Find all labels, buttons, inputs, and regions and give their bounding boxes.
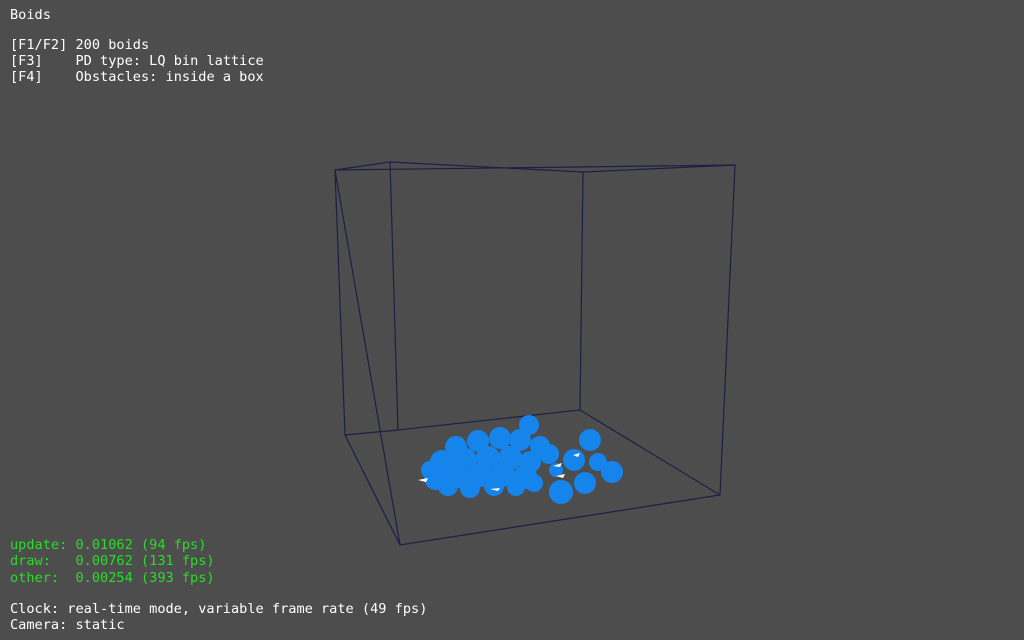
control-line-obstacles: [F4] Obstacles: inside a box [10,69,264,86]
boid [574,472,596,494]
control-value: 200 boids [75,37,150,53]
control-value: Obstacles: inside a box [75,69,264,85]
boid-flock [421,415,623,504]
timing-line-draw: draw: 0.00762 (131 fps) [10,553,215,570]
timing-value: 0.01062 (94 fps) [75,537,207,553]
boid [579,429,601,451]
timing-label: update: [10,537,68,553]
control-key: [F1/F2] [10,37,68,53]
timing-line-other: other: 0.00254 (393 fps) [10,570,215,587]
control-line-pd-type: [F3] PD type: LQ bin lattice [10,53,264,70]
control-key: [F4] [10,69,43,85]
app-title: Boids [10,7,51,23]
boid [549,480,573,504]
boid [525,474,543,492]
boid [589,453,607,471]
camera-status: Camera: static [10,617,125,633]
boid [563,449,585,471]
boid [438,476,458,496]
boid [489,427,511,449]
timing-value: 0.00762 (131 fps) [75,553,215,569]
boid [421,461,439,479]
control-value: PD type: LQ bin lattice [75,53,264,69]
control-line-boid-count: [F1/F2] 200 boids [10,37,149,54]
box-back-face [389,161,584,431]
timing-label: draw: [10,553,51,569]
timing-value: 0.00254 (393 fps) [75,570,215,586]
boid [484,476,504,496]
clock-status: Clock: real-time mode, variable frame ra… [10,601,428,617]
control-key: [F3] [10,53,43,69]
boid [507,478,525,496]
timing-label: other: [10,570,60,586]
boid [460,478,480,498]
timing-line-update: update: 0.01062 (94 fps) [10,537,206,554]
